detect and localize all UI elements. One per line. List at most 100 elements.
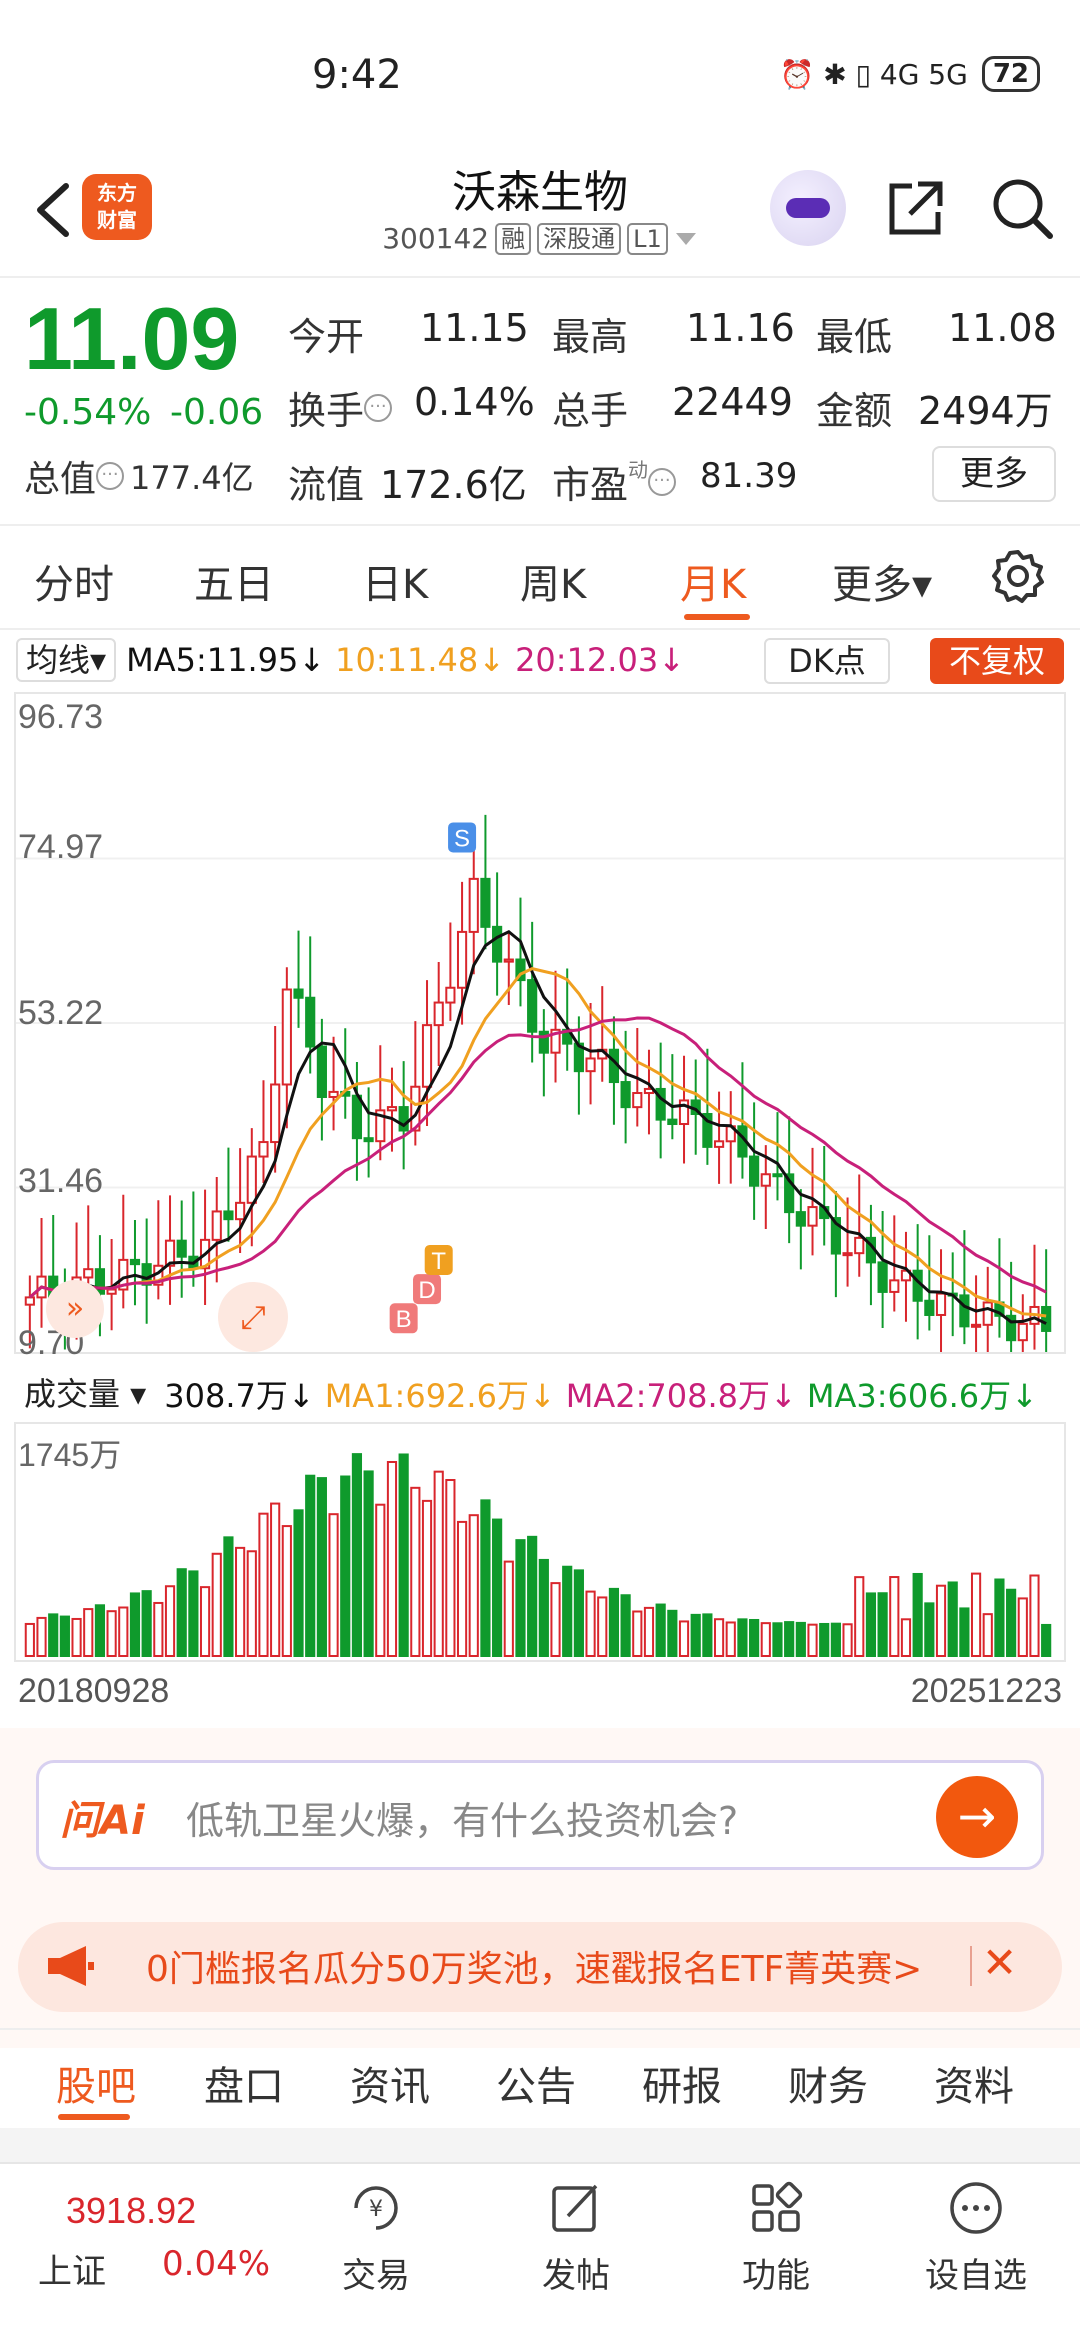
nav-post[interactable]: 发帖 <box>506 2178 646 2297</box>
volume-bar <box>737 1618 748 1657</box>
tab-guba[interactable]: 股吧 <box>56 2054 136 2112</box>
volume-bar <box>59 1615 70 1657</box>
volume-bar <box>807 1623 818 1657</box>
tab-news[interactable]: 资讯 <box>350 2054 430 2112</box>
candle-body <box>585 1057 596 1073</box>
info-icon[interactable]: ··· <box>364 393 393 422</box>
indicator-selector[interactable]: 成交量 ▾ <box>16 1374 154 1414</box>
tab-finance[interactable]: 财务 <box>788 2054 868 2112</box>
promo-text[interactable]: 0门槛报名瓜分50万奖池，速戳报名ETF菁英赛> <box>146 1940 946 1992</box>
volume-max-label: 1745万 <box>18 1437 122 1473</box>
tab-monthly-k[interactable]: 月K <box>680 552 746 610</box>
divider <box>0 276 1080 278</box>
change-percent: -0.54% <box>24 392 152 433</box>
candle-body <box>106 1288 117 1295</box>
volume-bar <box>36 1616 47 1657</box>
tab-announcements[interactable]: 公告 <box>496 2054 576 2112</box>
more-button[interactable]: 更多 <box>932 446 1056 502</box>
turnover-value: 0.14% <box>414 380 535 424</box>
volume-ma3: MA3:606.6万↓ <box>806 1377 1038 1415</box>
candle-body <box>1017 1322 1028 1342</box>
volume-bar <box>597 1596 608 1657</box>
adjust-button[interactable]: 不复权 <box>930 638 1064 684</box>
volume-bar <box>293 1509 304 1657</box>
volume-bar <box>713 1618 725 1657</box>
ma10-value: 10:11.48↓ <box>335 641 506 679</box>
volume-bar <box>959 1607 970 1658</box>
trade-marker-label: D <box>418 1277 435 1304</box>
kline-chart[interactable]: SBDT 96.73 74.97 53.22 31.46 9.70 <box>14 692 1066 1384</box>
status-time: 9:42 <box>312 52 402 98</box>
volume-current: 308.7万↓ <box>164 1377 315 1415</box>
volume-bar <box>398 1453 409 1658</box>
candle-body <box>328 1090 339 1098</box>
nav-function[interactable]: 功能 <box>706 2178 846 2297</box>
candle-body <box>749 1155 760 1187</box>
candle-body <box>795 1211 806 1227</box>
index-name[interactable]: 上证 <box>38 2244 106 2293</box>
ma-selector[interactable]: 均线▾ <box>16 638 117 682</box>
volume-chart[interactable]: 1745万 <box>14 1422 1066 1662</box>
trade-marker-label: B <box>396 1306 412 1333</box>
candle-body <box>223 1210 234 1221</box>
candle-body <box>468 877 479 933</box>
volume-bar <box>94 1604 106 1657</box>
volume-bar <box>480 1499 491 1657</box>
end-date: 20251223 <box>910 1672 1062 1710</box>
share-icon[interactable] <box>884 176 948 240</box>
candle-body <box>970 1323 982 1328</box>
tab-research[interactable]: 研报 <box>642 2054 722 2112</box>
dk-button[interactable]: DK点 <box>764 638 890 684</box>
volume-bar <box>199 1586 211 1658</box>
close-icon[interactable]: ✕ <box>982 1938 1017 1987</box>
active-tab-indicator <box>58 2114 130 2120</box>
trade-icon: ¥ <box>354 2186 398 2230</box>
open-value: 11.15 <box>420 306 529 350</box>
turnover-label-group: 换手 ··· <box>288 380 393 435</box>
open-label: 今开 <box>288 315 365 359</box>
tab-more[interactable]: 更多▾ <box>832 552 932 610</box>
y-label: 74.97 <box>18 828 104 866</box>
nav-watchlist[interactable]: 设自选 <box>906 2178 1046 2297</box>
ai-assistant-icon[interactable] <box>770 170 846 246</box>
apps-icon <box>752 2181 803 2232</box>
arrow-right-icon[interactable]: → <box>936 1776 1018 1858</box>
volume-bar <box>141 1590 152 1657</box>
kline-svg: S BDT <box>16 814 1064 1384</box>
volume-bar <box>270 1502 281 1658</box>
volume-bar <box>935 1584 947 1658</box>
volume-bar <box>281 1525 292 1658</box>
nav-trade[interactable]: ¥ 交易 <box>306 2178 446 2297</box>
volume-bar <box>106 1610 117 1657</box>
tab-daily-k[interactable]: 日K <box>362 552 428 610</box>
volume-bar <box>795 1621 806 1658</box>
market-cap: 总值 ··· 177.4亿 <box>24 450 254 502</box>
volume-bar <box>503 1560 514 1658</box>
expand-icon[interactable]: ⤢ <box>218 1282 288 1352</box>
candle-body <box>351 1094 363 1140</box>
svg-text:¥: ¥ <box>369 2197 383 2222</box>
index-value[interactable]: 3918.92 <box>66 2190 196 2232</box>
tab-weekly-k[interactable]: 周K <box>520 552 586 610</box>
tab-intraday[interactable]: 分时 <box>34 552 114 610</box>
info-icon[interactable]: ··· <box>96 462 125 490</box>
ai-input-placeholder[interactable]: 低轨卫星火爆，有什么投资机会? <box>186 1790 738 1845</box>
volume-bar <box>527 1535 538 1657</box>
candle-body <box>1041 1305 1052 1332</box>
tab-profile[interactable]: 资料 <box>934 2054 1014 2112</box>
volume-bar <box>877 1592 888 1658</box>
candle-body <box>982 1301 993 1326</box>
pe-sup: 动 <box>628 458 649 482</box>
volume-bar <box>246 1550 257 1657</box>
tab-pankou[interactable]: 盘口 <box>204 2054 284 2112</box>
volume-bar <box>854 1576 865 1657</box>
gear-icon[interactable] <box>990 548 1046 604</box>
tab-five-day[interactable]: 五日 <box>194 552 274 610</box>
volume-bar <box>328 1513 339 1657</box>
candle-body <box>667 1118 678 1126</box>
search-icon[interactable] <box>990 176 1054 240</box>
info-icon[interactable]: ··· <box>648 467 677 496</box>
scroll-left-icon[interactable]: » <box>46 1280 104 1338</box>
index-change[interactable]: 0.04% <box>162 2244 270 2284</box>
candle-body <box>854 1236 865 1255</box>
